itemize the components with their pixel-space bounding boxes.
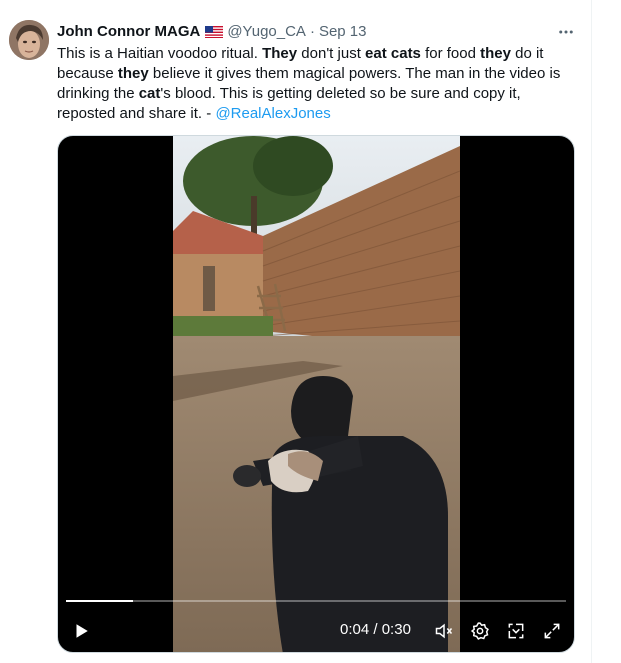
tweet-text: This is a Haitian voodoo ritual. They do… (57, 44, 582, 124)
bold-text-segment: they (117, 65, 149, 82)
us-flag-icon (205, 26, 224, 38)
play-icon[interactable] (70, 620, 92, 642)
settings-gear-icon[interactable] (469, 620, 491, 642)
tweet-header: John Connor MAGA @Yugo_CA · Sep 13 (57, 22, 367, 42)
volume-muted-icon[interactable] (433, 620, 455, 642)
avatar[interactable] (9, 20, 49, 60)
time-separator: / (369, 621, 382, 638)
text-segment: for food (420, 45, 481, 62)
bold-text-segment: eat cats (365, 45, 421, 62)
text-segment: This is a Haitian voodoo ritual. (57, 45, 263, 62)
video-frame (173, 136, 460, 652)
text-segment: don't just (297, 45, 366, 62)
user-handle[interactable]: @Yugo_CA (227, 22, 306, 42)
display-name[interactable]: John Connor MAGA (57, 22, 200, 42)
bold-text-segment: they (480, 45, 511, 62)
mention-link[interactable]: @RealAlexJones (215, 105, 330, 122)
video-player[interactable]: 0:04 / 0:30 (57, 135, 575, 653)
duration: 0:30 (381, 621, 411, 638)
fullscreen-icon[interactable] (541, 620, 563, 642)
header-separator: · (309, 23, 315, 40)
current-time: 0:04 (340, 621, 370, 638)
time-display: 0:04 / 0:30 (340, 620, 411, 640)
progress-bar[interactable] (66, 600, 566, 602)
bold-text-segment: cat (138, 85, 161, 102)
more-horizontal-icon[interactable] (556, 22, 576, 42)
column-border (591, 0, 592, 663)
bold-text-segment: They (262, 45, 298, 62)
picture-in-picture-icon[interactable] (505, 620, 527, 642)
progress-fill (66, 600, 133, 602)
tweet-date[interactable]: Sep 13 (319, 22, 367, 42)
